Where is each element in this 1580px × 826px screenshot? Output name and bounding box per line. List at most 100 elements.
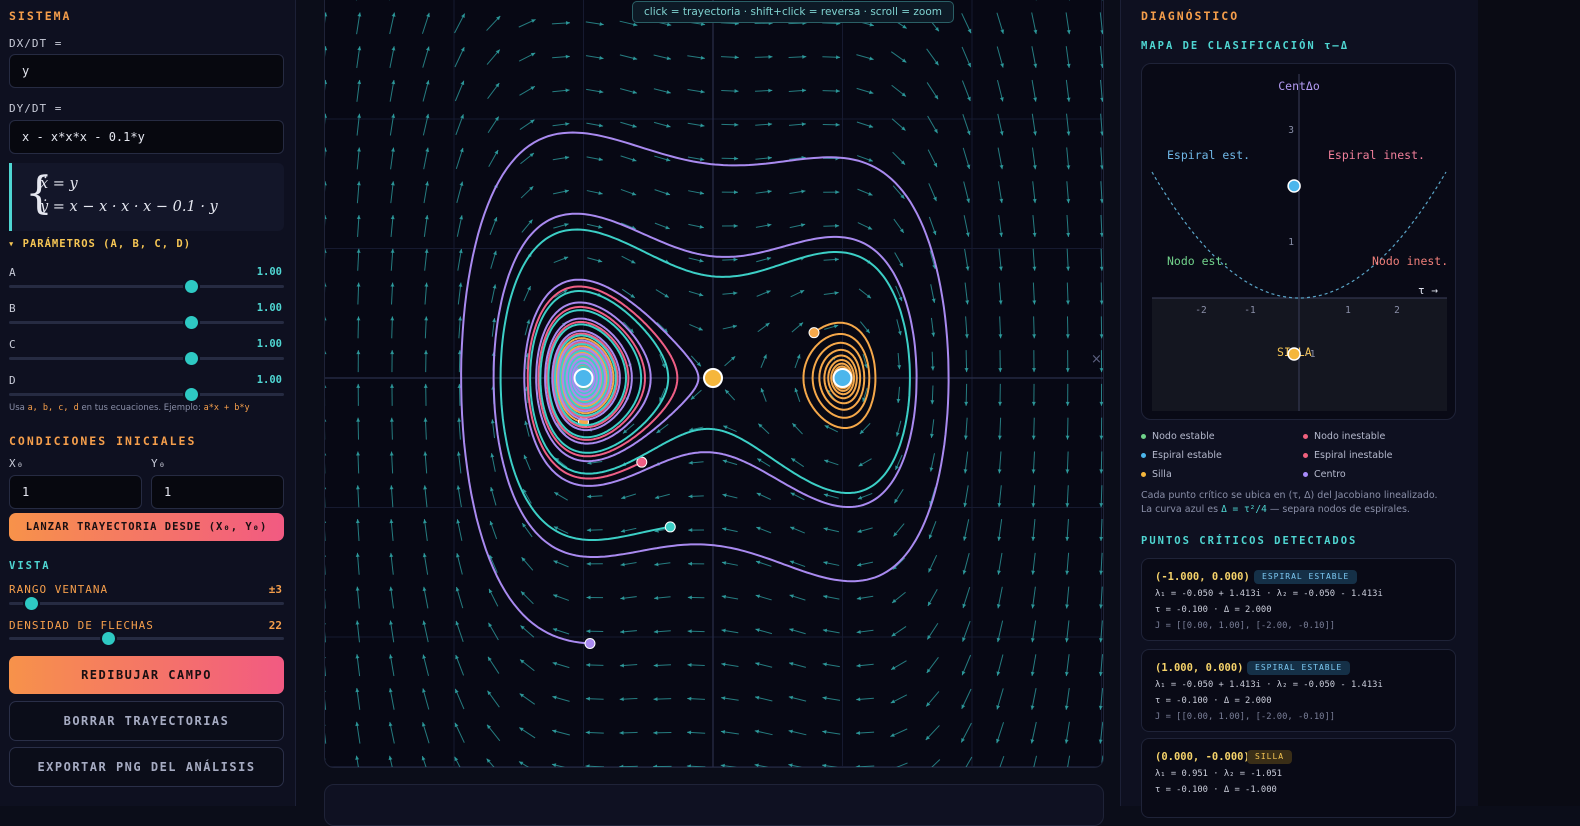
field-arrowhead [390,384,394,388]
field-arrowhead [325,587,326,591]
interaction-hint: click = trayectoria · shift+click = reve… [632,1,954,23]
field-arrowhead [1099,638,1103,642]
field-arrowhead [856,697,860,701]
critical-point-card[interactable]: (1.000, 0.000)ESPIRAL ESTABLEλ₁ = -0.050… [1141,649,1456,732]
density-value: 22 [269,619,282,632]
field-arrowhead [390,283,394,287]
field-arrowhead [722,595,726,599]
field-arrowhead [857,596,861,600]
field-arrowhead [1031,705,1035,709]
field-arrowhead [620,697,624,701]
launch-trajectory-button[interactable]: LANZAR TRAYECTORIA DESDE (X₀, Y₀) [9,513,284,541]
param-value-b: 1.00 [257,302,282,314]
field-arrowhead [700,90,704,94]
field-arrowhead [619,765,623,767]
critical-point-marker[interactable] [575,369,593,387]
phase-plane-canvas[interactable]: × [324,0,1104,768]
field-arrowhead [1065,604,1069,608]
field-arrowhead [857,563,861,567]
field-arrowhead [700,123,704,127]
field-arrowhead [688,629,692,633]
legend-label: Centro [1314,469,1346,480]
eigenvalues: λ₁ = 0.951 · λ₂ = -1.051 [1155,769,1282,779]
trajectory-start-dot[interactable] [809,328,819,338]
field-arrowhead [356,418,360,422]
critical-point-card[interactable]: (0.000, -0.000)SILLAλ₁ = 0.951 · λ₂ = -1… [1141,738,1456,818]
clear-trajectories-button[interactable]: BORRAR TRAYECTORIAS [9,701,284,741]
param-slider-d[interactable] [9,393,284,396]
field-arrowhead [325,181,327,185]
field-arrowhead [998,334,1002,338]
field-arrowhead [325,553,326,557]
field-arrowhead [390,485,394,489]
density-slider-thumb[interactable] [102,632,115,645]
range-slider[interactable] [9,602,284,605]
field-arrowhead [424,350,428,354]
field-arrowhead [789,730,793,734]
dx-input[interactable] [9,54,284,88]
field-arrowhead [1000,165,1004,169]
field-arrowhead [767,223,771,227]
trajectory-start-dot[interactable] [665,522,675,532]
field-arrowhead [902,59,906,63]
field-arrowhead [722,493,726,497]
critical-point-card[interactable]: (-1.000, 0.000)ESPIRAL ESTABLEλ₁ = -0.05… [1141,558,1456,641]
page-margin [1478,0,1580,806]
field-arrowhead [1066,233,1070,237]
tau-tick-label: 2 [1394,305,1400,316]
field-arrowhead [325,756,326,760]
field-arrowhead [599,157,603,161]
dy-input[interactable] [9,120,284,154]
field-arrowhead [1032,300,1036,304]
param-slider-thumb[interactable] [185,280,198,293]
param-slider-thumb[interactable] [185,352,198,365]
legend-dot [1303,453,1308,458]
field-arrowhead [457,418,461,422]
field-arrowhead [1066,368,1070,372]
y0-input[interactable] [151,475,284,509]
field-arrowhead [822,730,826,734]
trajectory-start-dot[interactable] [585,638,595,648]
params-toggle[interactable]: ▾ PARÁMETROS (A, B, C, D) [8,238,191,250]
hint-vars: a, b, c, d [28,403,79,413]
field-arrowhead [768,89,772,93]
range-slider-thumb[interactable] [25,597,38,610]
field-arrowhead [734,123,738,127]
param-label-c: C [9,338,16,351]
field-arrowhead [565,189,569,193]
field-arrowhead [688,562,692,566]
field-arrowhead [390,418,394,422]
field-arrowhead [424,316,428,320]
param-label-d: D [9,374,16,387]
field-arrowhead [1033,97,1037,101]
field-arrowhead [325,215,327,219]
redraw-field-button[interactable]: REDIBUJAR CAMPO [9,656,284,694]
phase-portrait-svg[interactable]: × [325,0,1103,767]
field-arrowhead [856,731,860,735]
field-arrowhead [325,114,327,118]
param-slider-a[interactable] [9,285,284,288]
param-slider-thumb[interactable] [185,316,198,329]
density-slider[interactable] [9,637,284,640]
critical-point-marker[interactable] [704,369,722,387]
field-arrowhead [459,215,463,219]
param-slider-c[interactable] [9,357,284,360]
field-arrowhead [424,283,428,287]
field-arrowhead [722,561,726,565]
param-slider-thumb[interactable] [185,388,198,401]
field-arrowhead [598,191,602,195]
field-arrowhead [900,228,904,232]
field-arrowhead [932,299,936,303]
close-icon[interactable]: × [1091,352,1102,367]
field-arrowhead [389,519,393,523]
legend-item: Silla [1141,469,1172,480]
critical-point-marker[interactable] [834,369,852,387]
field-arrowhead [963,503,967,507]
export-png-button[interactable]: EXPORTAR PNG DEL ANÁLISIS [9,747,284,787]
field-arrowhead [389,688,393,692]
legend-label: Espiral estable [1152,450,1222,461]
x0-input[interactable] [9,475,142,509]
trace-determinant-svg: CentΔoEspiral est.Espiral inest.Nodo est… [1142,64,1456,420]
param-slider-b[interactable] [9,321,284,324]
field-arrowhead [755,696,759,700]
